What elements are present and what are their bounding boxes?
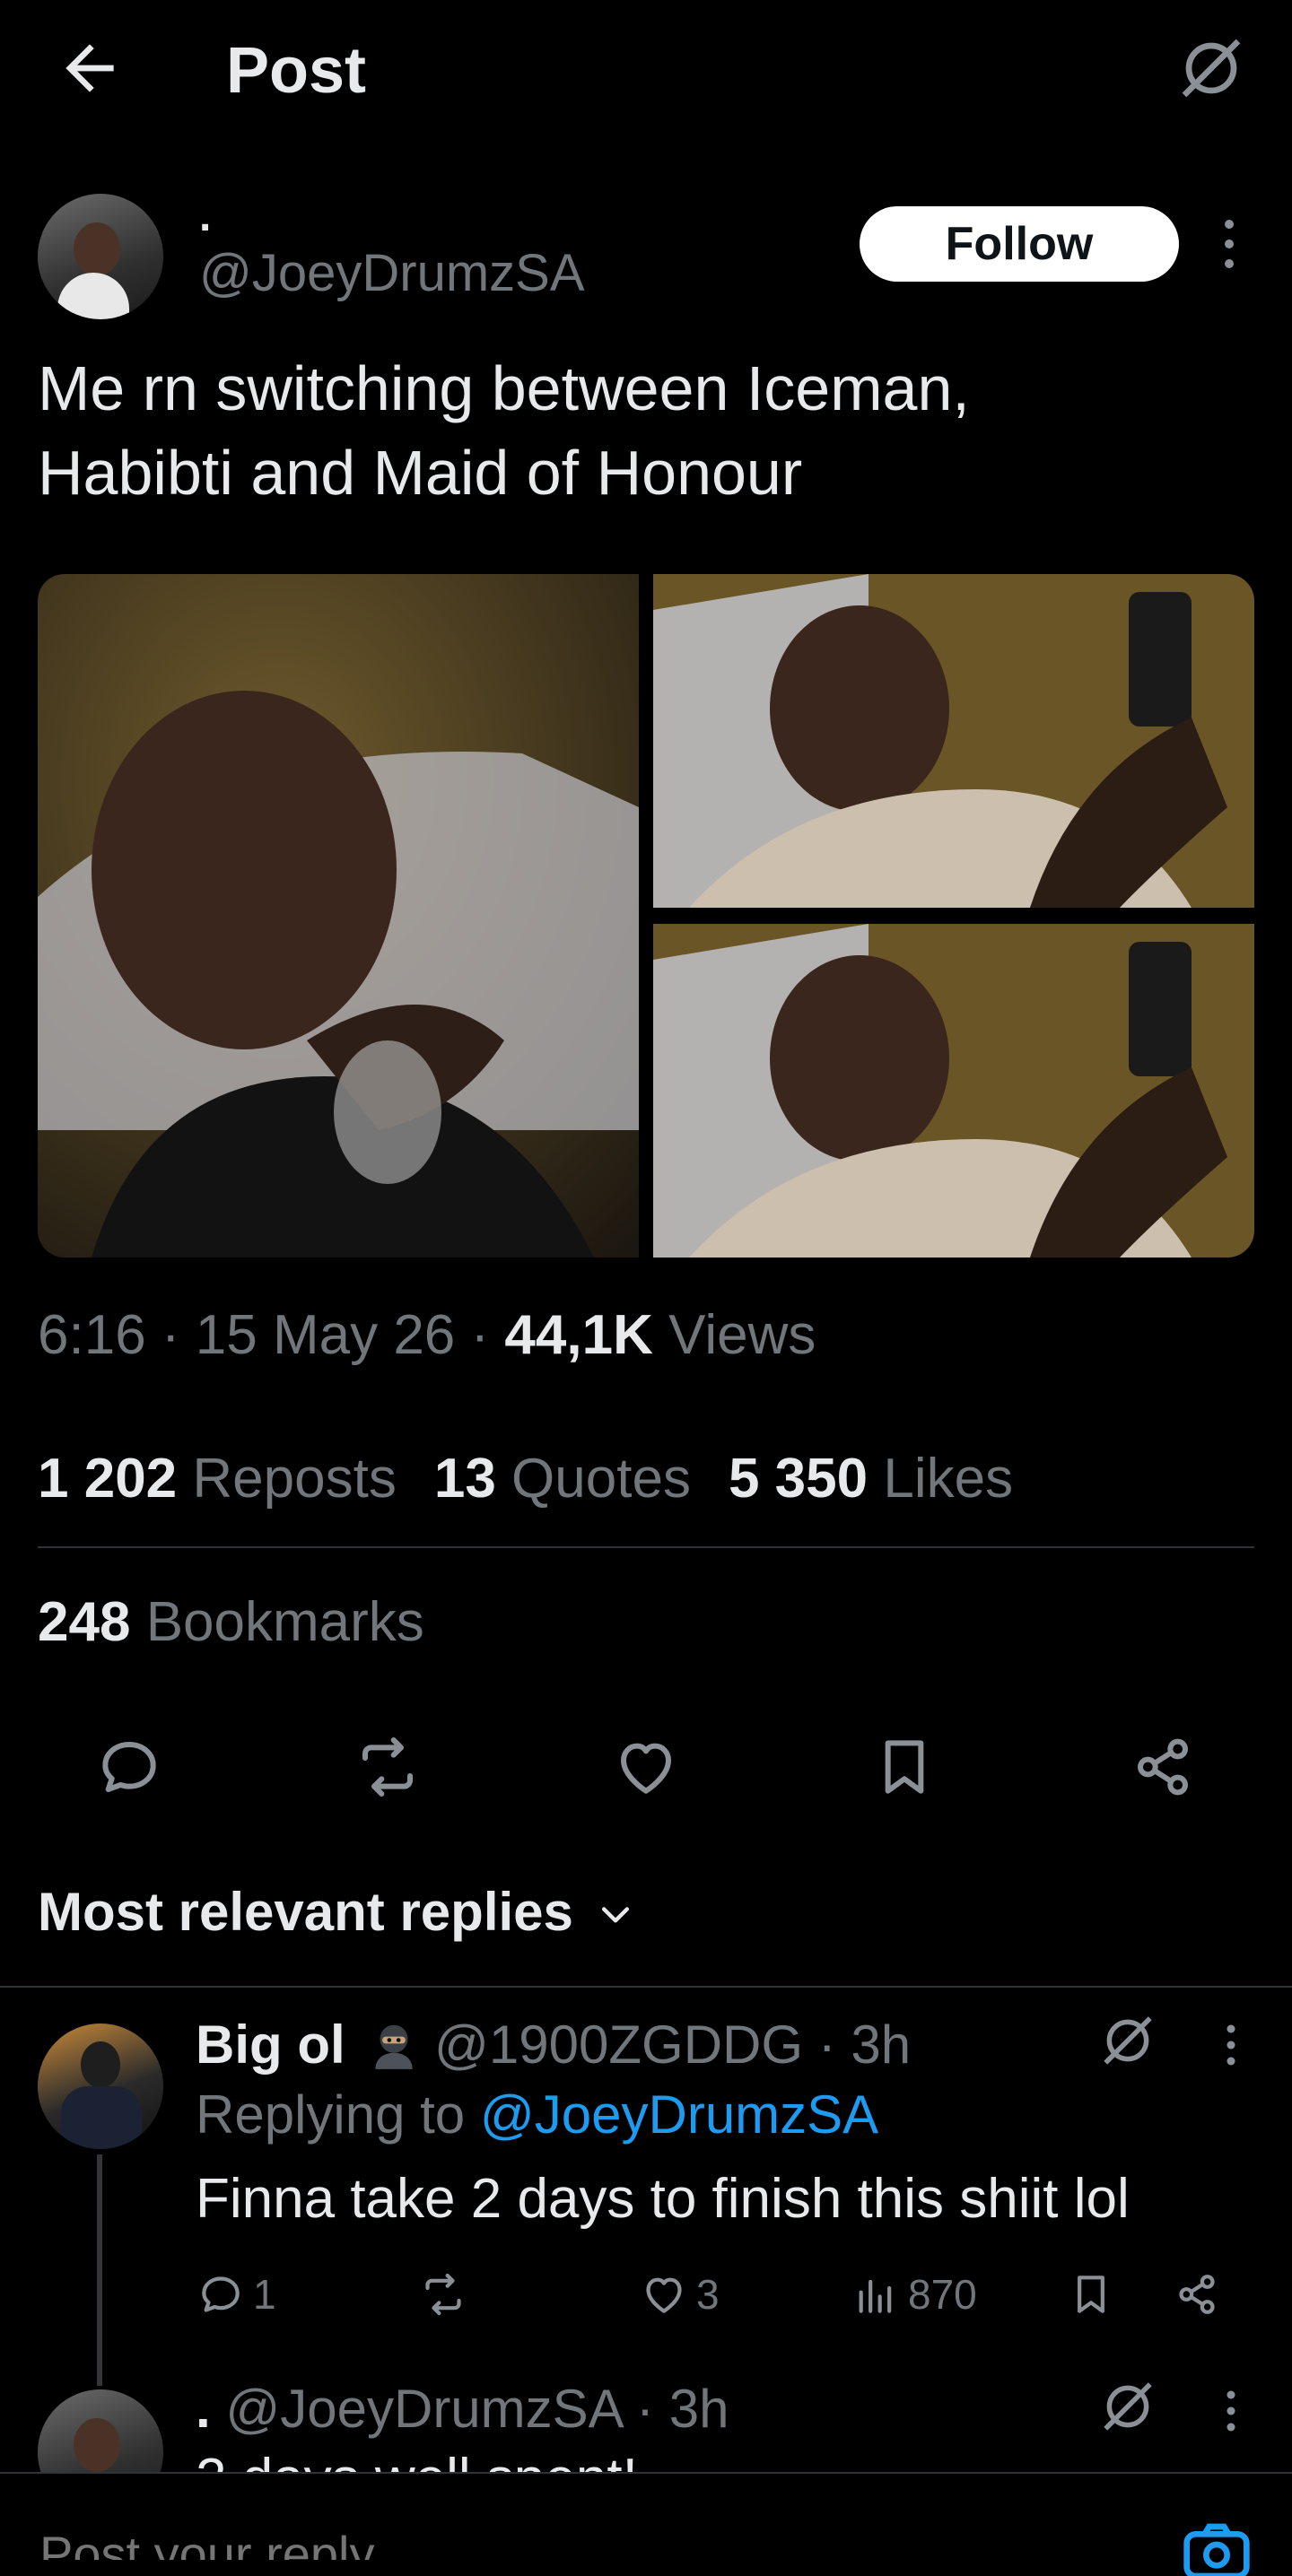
- likes-label: Likes: [883, 1448, 1014, 1510]
- views-label: Views: [668, 1304, 816, 1366]
- bookmark-icon: [1066, 2269, 1116, 2319]
- reply-handle-time[interactable]: @1900ZGDDG · 3h: [434, 2013, 911, 2077]
- reply-icon: [196, 2269, 246, 2319]
- back-arrow-icon[interactable]: [54, 32, 126, 104]
- reply-input[interactable]: [38, 2524, 1118, 2560]
- replies-sort-label[interactable]: Most relevant replies: [38, 1878, 573, 1946]
- views-icon: [851, 2269, 901, 2319]
- reply-bookmark-action[interactable]: [1066, 2267, 1116, 2321]
- post-stats: 1 202 Reposts 13 Quotes 5 350 Likes: [38, 1446, 1013, 1512]
- reposts-count: 1 202: [38, 1448, 178, 1510]
- reply-reply-action[interactable]: 1: [196, 2267, 276, 2321]
- replying-handle-link[interactable]: @JoeyDrumzSA: [480, 2084, 878, 2145]
- more-options-icon[interactable]: [1215, 2018, 1247, 2072]
- thread-line: [97, 2154, 102, 2386]
- reply-likes-count: 3: [696, 2271, 720, 2318]
- repost-icon[interactable]: [352, 1731, 423, 1803]
- author-avatar[interactable]: [38, 194, 163, 319]
- camera-icon[interactable]: [1181, 2522, 1253, 2576]
- reply-replies-count: 1: [253, 2271, 276, 2318]
- tweet-text: Me rn switching between Iceman, Habibti …: [38, 346, 1240, 515]
- quotes-stat[interactable]: 13 Quotes: [434, 1448, 691, 1510]
- reply-author-name[interactable]: Big ol: [196, 2013, 345, 2077]
- meta-separator: ·: [470, 1304, 505, 1366]
- reply2-author-name[interactable]: .: [196, 2379, 211, 2439]
- more-options-icon[interactable]: [1209, 212, 1249, 276]
- reply-repost-action[interactable]: [418, 2267, 468, 2321]
- author-name[interactable]: .: [199, 192, 211, 242]
- grok-icon[interactable]: [1098, 2011, 1157, 2070]
- replying-to: Replying to @JoeyDrumzSA: [196, 2083, 878, 2147]
- ninja-emoji-icon: [366, 2018, 422, 2074]
- reply-share-action[interactable]: [1172, 2267, 1222, 2321]
- reply-text: Finna take 2 days to finish this shiit l…: [196, 2168, 1130, 2230]
- divider: [0, 1986, 1292, 1988]
- media-image-2[interactable]: [653, 574, 1254, 908]
- reply2-text: 2 days well spent!: [196, 2445, 638, 2472]
- bookmarks-stat[interactable]: 248 Bookmarks: [38, 1589, 424, 1656]
- grok-icon[interactable]: [1175, 32, 1247, 104]
- more-options-icon[interactable]: [1215, 2384, 1247, 2438]
- follow-button[interactable]: Follow: [860, 206, 1179, 282]
- tweet-text-line: Habibti and Maid of Honour: [38, 438, 803, 508]
- like-icon[interactable]: [610, 1731, 682, 1803]
- tweet-text-line: Me rn switching between Iceman,: [38, 353, 970, 423]
- likes-count: 5 350: [728, 1448, 869, 1510]
- reply-views-action[interactable]: 870: [851, 2267, 977, 2321]
- like-icon: [639, 2269, 689, 2319]
- reply-views-count: 870: [908, 2271, 977, 2318]
- views-count: 44,1K: [504, 1304, 653, 1366]
- reply-icon[interactable]: [93, 1731, 165, 1803]
- post-date: 15 May 26: [195, 1304, 456, 1366]
- reply2-header[interactable]: . @JoeyDrumzSA · 3h: [196, 2377, 729, 2441]
- page-title: Post: [226, 35, 367, 107]
- bookmarks-label: Bookmarks: [145, 1591, 424, 1653]
- post-time: 6:16: [38, 1304, 146, 1366]
- chevron-down-icon[interactable]: [596, 1894, 635, 1934]
- post-meta: 6:16 · 15 May 26 · 44,1K Views: [38, 1302, 816, 1369]
- quotes-count: 13: [433, 1448, 496, 1510]
- bookmark-icon[interactable]: [869, 1731, 940, 1803]
- divider: [38, 1546, 1254, 1548]
- likes-stat[interactable]: 5 350 Likes: [729, 1448, 1013, 1510]
- reply2-handle-time[interactable]: @JoeyDrumzSA · 3h: [211, 2379, 729, 2439]
- grok-icon[interactable]: [1098, 2377, 1157, 2436]
- bookmarks-count: 248: [38, 1591, 131, 1653]
- share-icon[interactable]: [1127, 1731, 1199, 1803]
- reply-like-action[interactable]: 3: [639, 2267, 720, 2321]
- media-image-3[interactable]: [653, 924, 1254, 1258]
- quotes-label: Quotes: [511, 1448, 691, 1510]
- reply-avatar[interactable]: [38, 2023, 163, 2149]
- reposts-stat[interactable]: 1 202 Reposts: [38, 1448, 397, 1510]
- replying-prefix: Replying to: [196, 2084, 480, 2145]
- media-image-1[interactable]: [38, 574, 639, 1258]
- author-handle[interactable]: @JoeyDrumzSA: [199, 242, 585, 305]
- repost-icon: [418, 2269, 468, 2319]
- meta-separator: ·: [161, 1304, 196, 1366]
- share-icon: [1172, 2269, 1222, 2319]
- reposts-label: Reposts: [192, 1448, 397, 1510]
- reply-composer: [0, 2472, 1292, 2560]
